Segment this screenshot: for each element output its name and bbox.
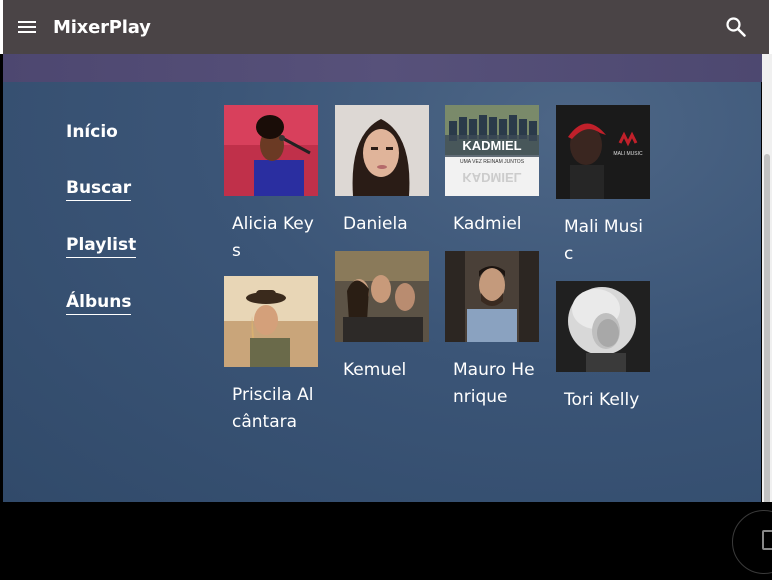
artist-name: Mali Music — [564, 217, 643, 264]
artist-name: Mauro Henrique — [453, 360, 535, 407]
artist-card-kemuel[interactable]: Kemuel — [335, 251, 429, 384]
device-icon — [762, 530, 772, 550]
artist-card-mauro-henrique[interactable]: Mauro Henrique — [445, 251, 539, 411]
artist-card-alicia-keys[interactable]: Alicia Keys — [224, 105, 318, 265]
bottom-bar — [0, 502, 772, 580]
artist-photo: KADMIEL UMA VEZ REINAM JUNTOS KADMIEL — [445, 105, 539, 196]
scrollbar-thumb[interactable] — [764, 154, 770, 554]
artist-card-daniela[interactable]: Daniela — [335, 105, 429, 238]
artist-name: Kemuel — [343, 360, 407, 380]
artist-name: Kadmiel — [453, 214, 522, 234]
artist-card-mali-music[interactable]: MALI MUSIC Mali Music — [556, 105, 650, 268]
menu-icon — [18, 21, 36, 23]
app-title: MixerPlay — [53, 16, 151, 38]
artist-photo — [445, 251, 539, 342]
artist-card-priscila-alcantara[interactable]: Priscila Alcântara — [224, 276, 318, 436]
app-bar: MixerPlay — [0, 0, 772, 54]
artist-photo — [556, 281, 650, 372]
album-cover-title: MALI MUSIC — [613, 151, 643, 157]
artist-name: Tori Kelly — [564, 390, 640, 410]
artist-name: Alicia Keys — [232, 214, 314, 261]
search-icon — [726, 17, 746, 37]
nav-item-buscar[interactable]: Buscar — [66, 178, 132, 201]
nav-item-albuns[interactable]: Álbuns — [66, 292, 132, 315]
app-window: MixerPlay Início Buscar Playlist Álbuns — [0, 0, 772, 580]
artist-photo — [224, 276, 318, 367]
album-cover-title: KADMIEL — [462, 138, 521, 153]
artist-photo: MALI MUSIC — [556, 105, 650, 199]
search-button[interactable] — [725, 16, 747, 38]
header-banner — [3, 54, 763, 82]
main-content: Início Buscar Playlist Álbuns Alicia Key… — [3, 82, 761, 502]
artist-name: Daniela — [343, 214, 408, 234]
nav-item-inicio[interactable]: Início — [66, 122, 118, 144]
artist-photo — [335, 251, 429, 342]
nav-item-playlist[interactable]: Playlist — [66, 235, 137, 258]
artist-photo — [335, 105, 429, 196]
menu-button[interactable] — [16, 18, 40, 36]
scrollbar[interactable] — [762, 54, 772, 554]
artist-card-kadmiel[interactable]: KADMIEL UMA VEZ REINAM JUNTOS KADMIEL Ka… — [445, 105, 539, 238]
artist-card-tori-kelly[interactable]: Tori Kelly — [556, 281, 650, 414]
artist-photo — [224, 105, 318, 196]
side-nav: Início Buscar Playlist Álbuns — [66, 122, 137, 349]
artist-name: Priscila Alcântara — [232, 385, 314, 432]
svg-text:KADMIEL: KADMIEL — [462, 170, 521, 185]
album-cover-subtitle: UMA VEZ REINAM JUNTOS — [460, 159, 525, 165]
